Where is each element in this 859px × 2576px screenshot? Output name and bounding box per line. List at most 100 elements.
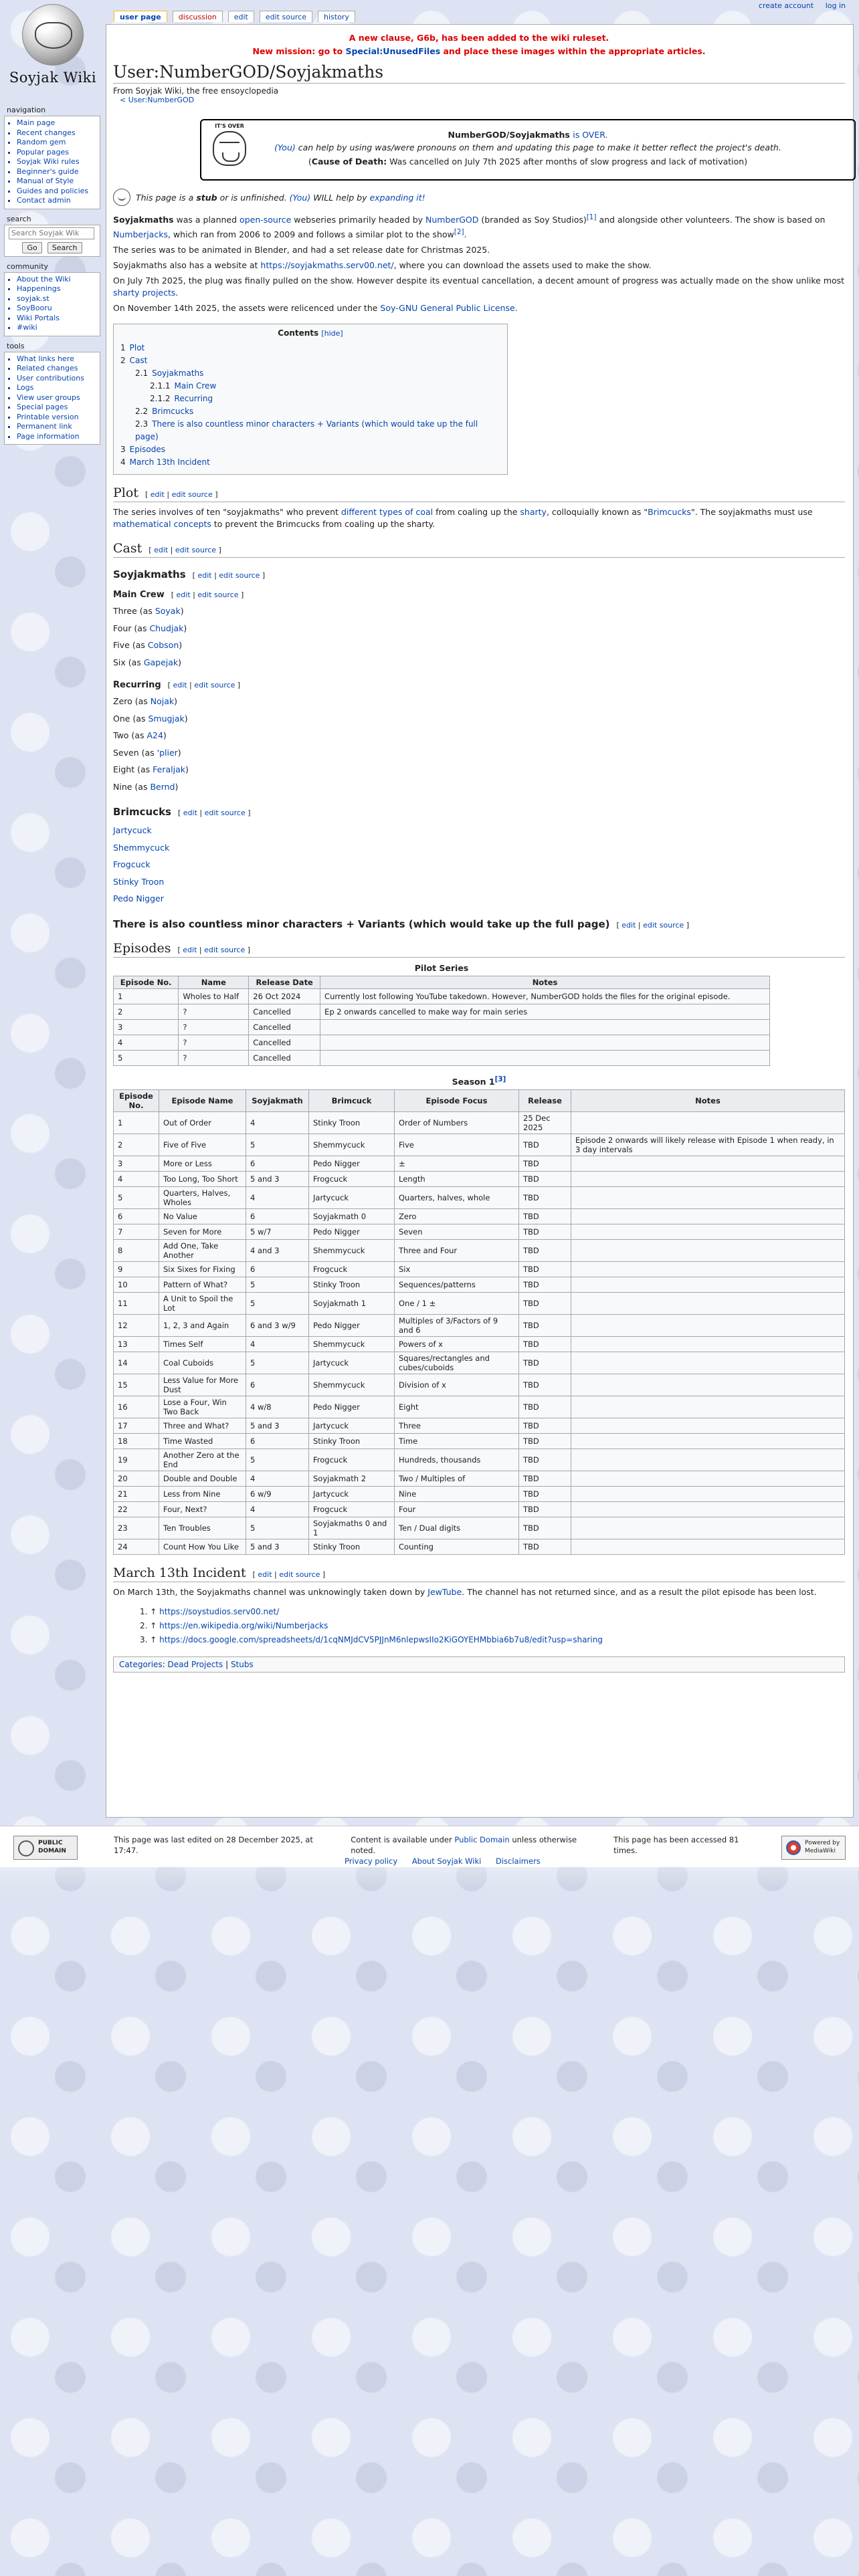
its-over-thumbnail[interactable]: IT'S OVER [209, 123, 250, 177]
edit-link[interactable]: edit [173, 681, 187, 689]
edit-link[interactable]: edit [622, 921, 636, 930]
toc-link[interactable]: Main Crew [175, 381, 217, 391]
you-link[interactable]: (You) [274, 142, 296, 152]
toc-entry[interactable]: 3 Episodes [120, 443, 500, 456]
over-link[interactable]: is OVER. [573, 130, 607, 140]
sidebar-item[interactable]: About the Wiki [17, 275, 96, 285]
search-input[interactable] [9, 227, 94, 239]
sidebar-item-label[interactable]: Contact admin [17, 196, 71, 205]
edit-link[interactable]: edit [154, 546, 168, 554]
site-logo[interactable]: Soyjak Wiki [3, 3, 103, 100]
ref-1-link[interactable]: [1] [587, 213, 597, 221]
sidebar-item-label[interactable]: Logs [17, 383, 33, 392]
toc-entry[interactable]: 2.1.1 Main Crew [120, 380, 500, 393]
sidebar-item[interactable]: View user groups [17, 393, 96, 403]
character-link[interactable]: Smugjak [148, 714, 184, 724]
brimcuck-link[interactable]: Jartycuck [113, 825, 152, 835]
edit-source-link[interactable]: edit source [194, 681, 235, 689]
toc-entry[interactable]: 2.1 Soyjakmaths [120, 367, 500, 380]
open-source-link[interactable]: open-source [240, 215, 291, 225]
toc-link[interactable]: Plot [130, 343, 145, 352]
toc-link[interactable]: Recurring [175, 394, 213, 403]
toc-link[interactable]: Episodes [130, 445, 165, 454]
log-in-link[interactable]: log in [826, 1, 846, 10]
edit-source-link[interactable]: edit source [197, 591, 238, 599]
sidebar-item-label[interactable]: Page information [17, 432, 80, 441]
edit-source-link[interactable]: edit source [172, 490, 213, 499]
edit-source-link[interactable]: edit source [204, 946, 245, 954]
character-link[interactable]: Chudjak [149, 623, 183, 633]
sidebar-item-label[interactable]: Wiki Portals [17, 314, 60, 322]
sidebar-item[interactable]: Special pages [17, 403, 96, 413]
tab-edit[interactable]: edit [227, 11, 254, 22]
sidebar-item-label[interactable]: About the Wiki [17, 275, 71, 284]
tab-edit-source[interactable]: edit source [259, 11, 313, 22]
sidebar-item[interactable]: Random gem [17, 138, 96, 148]
sidebar-item-label[interactable]: Guides and policies [17, 187, 88, 195]
category-dead-projects[interactable]: Dead Projects [168, 1660, 223, 1669]
toc-link[interactable]: Brimcucks [152, 407, 193, 416]
back-link[interactable]: < User:NumberGOD [120, 96, 194, 104]
sidebar-item-label[interactable]: Soyjak Wiki rules [17, 157, 80, 166]
edit-source-link[interactable]: edit source [205, 809, 246, 817]
search-button[interactable]: Search [47, 241, 82, 253]
toc-link[interactable]: March 13th Incident [130, 457, 210, 467]
expanding-link[interactable]: expanding it! [369, 193, 425, 203]
math-concepts-link[interactable]: mathematical concepts [113, 519, 211, 529]
sharty-link[interactable]: sharty [520, 507, 547, 517]
edit-source-link[interactable]: edit source [219, 571, 260, 580]
unused-files-link[interactable]: Special:UnusedFiles [345, 46, 440, 56]
sidebar-item[interactable]: Beginner's guide [17, 167, 96, 177]
sidebar-item[interactable]: What links here [17, 354, 96, 364]
sidebar-item[interactable]: Recent changes [17, 128, 96, 138]
sidebar-item-label[interactable]: Related changes [17, 364, 78, 372]
go-button[interactable]: Go [22, 241, 42, 253]
character-link[interactable]: Nojak [151, 696, 174, 706]
sidebar-item[interactable]: Logs [17, 383, 96, 393]
edit-link[interactable]: edit [258, 1570, 272, 1579]
tab-discussion[interactable]: discussion [172, 11, 223, 22]
categories-link[interactable]: Categories [119, 1660, 163, 1669]
ref-2-link[interactable]: [2] [454, 228, 464, 236]
sidebar-item[interactable]: Main page [17, 118, 96, 128]
character-link[interactable]: Gapejak [144, 657, 178, 667]
edit-link[interactable]: edit [151, 490, 165, 499]
toc-entry[interactable]: 4 March 13th Incident [120, 456, 500, 469]
sidebar-item[interactable]: Happenings [17, 284, 96, 294]
privacy-policy-link[interactable]: Privacy policy [345, 1856, 397, 1866]
reference-link[interactable]: https://docs.google.com/spreadsheets/d/1… [159, 1635, 603, 1644]
sidebar-item[interactable]: Guides and policies [17, 187, 96, 197]
sidebar-item-label[interactable]: Special pages [17, 403, 68, 411]
character-link[interactable]: Bernd [150, 782, 175, 792]
brimcucks-link[interactable]: Brimcucks [648, 507, 691, 517]
edit-source-link[interactable]: edit source [175, 546, 216, 554]
character-link[interactable]: A24 [147, 730, 163, 740]
toc-entry[interactable]: 2.3 There is also countless minor charact… [120, 418, 500, 443]
character-link[interactable]: Feraljak [153, 764, 185, 774]
toc-link[interactable]: Cast [130, 356, 148, 365]
character-link[interactable]: 'plier [157, 748, 178, 758]
sidebar-item-label[interactable]: Printable version [17, 413, 79, 421]
public-domain-badge[interactable]: PUBLIC DOMAIN [13, 1836, 78, 1860]
numbergod-link[interactable]: NumberGOD [425, 215, 478, 225]
sidebar-item-label[interactable]: SoyBooru [17, 304, 52, 312]
coal-link[interactable]: different types of coal [341, 507, 433, 517]
sidebar-item[interactable]: Printable version [17, 413, 96, 423]
brimcuck-link[interactable]: Pedo Nigger [113, 893, 164, 903]
public-domain-link[interactable]: Public Domain [454, 1835, 509, 1844]
toc-entry[interactable]: 2.2 Brimcucks [120, 405, 500, 418]
stub-you-link[interactable]: (You) [290, 193, 311, 203]
brimcuck-link[interactable]: Stinky Troon [113, 877, 164, 887]
sidebar-item-label[interactable]: View user groups [17, 393, 80, 402]
sidebar-item[interactable]: #wiki [17, 323, 96, 333]
sidebar-item[interactable]: Manual of Style [17, 177, 96, 187]
sharty-projects-link[interactable]: sharty projects [113, 288, 175, 298]
toc-entry[interactable]: 1 Plot [120, 342, 500, 354]
sidebar-item[interactable]: User contributions [17, 374, 96, 384]
sidebar-item-label[interactable]: What links here [17, 354, 74, 363]
sidebar-item[interactable]: Contact admin [17, 196, 96, 206]
sidebar-item[interactable]: Page information [17, 432, 96, 442]
sidebar-item-label[interactable]: Permanent link [17, 422, 72, 431]
sidebar-item-label[interactable]: Happenings [17, 284, 60, 293]
sidebar-item-label[interactable]: User contributions [17, 374, 84, 383]
